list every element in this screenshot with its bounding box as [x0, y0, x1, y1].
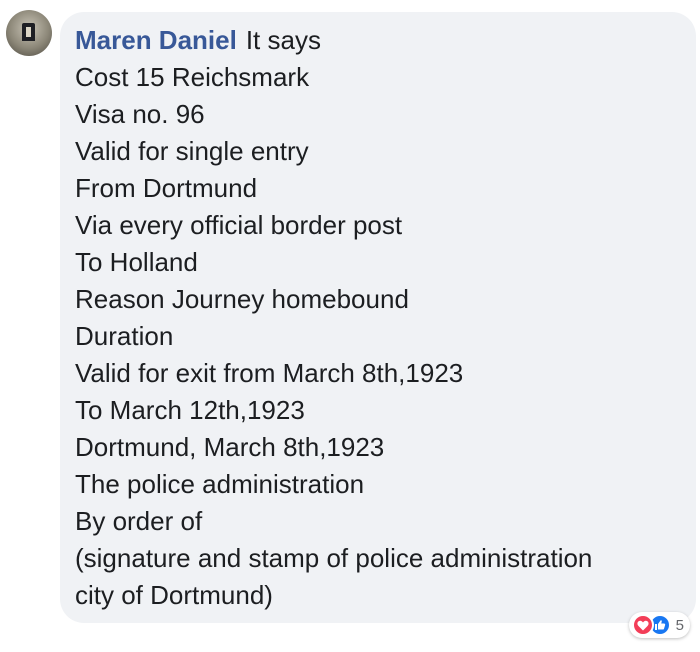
avatar-image [22, 23, 35, 41]
comment-text-line: Reason Journey homebound [75, 284, 409, 314]
comment-text-line: It says [245, 25, 321, 55]
reaction-count: 5 [675, 616, 684, 634]
comment-text-line: city of Dortmund) [75, 580, 273, 610]
reactions-summary[interactable]: 5 [628, 612, 690, 638]
comment-text-line: Cost 15 Reichsmark [75, 62, 310, 92]
comment-text-line: The police administration [75, 469, 365, 499]
avatar[interactable] [6, 10, 52, 56]
comment-author-link[interactable]: Maren Daniel [75, 25, 237, 55]
comment-text-line: By order of [75, 506, 203, 536]
comment-text-line: To March 12th,1923 [75, 395, 305, 425]
comment-text-line: To Holland [75, 247, 198, 277]
comment-text-line: Duration [75, 321, 174, 351]
comment-text-line: Visa no. 96 [75, 99, 205, 129]
comment-text-line: Dortmund, March 8th,1923 [75, 432, 385, 462]
comment-text-line: (signature and stamp of police administr… [75, 543, 593, 573]
comment-text-line: Valid for single entry [75, 136, 309, 166]
love-icon [631, 614, 654, 636]
comment-bubble: Maren Daniel It says Cost 15 Reichsmark V… [60, 12, 696, 623]
comment-text-line: Valid for exit from March 8th,1923 [75, 358, 464, 388]
comment-first-line: Maren Daniel It says [75, 22, 680, 59]
comment-text-line: Via every official border post [75, 210, 403, 240]
comment-text-line: From Dortmund [75, 173, 258, 203]
